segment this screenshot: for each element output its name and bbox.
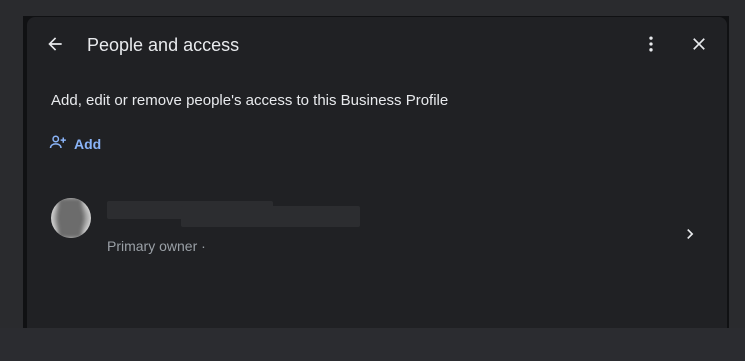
add-person-button[interactable]: Add (49, 133, 101, 155)
page-background-left (0, 0, 25, 361)
person-row-primary-owner[interactable]: Primary owner · (27, 193, 727, 254)
person-email-redacted (181, 206, 360, 227)
person-role: Primary owner · (107, 238, 206, 254)
arrow-back-icon (45, 34, 65, 59)
close-icon (689, 34, 709, 59)
people-and-access-dialog: People and access Add, edit or remove pe… (27, 17, 727, 328)
dialog-description: Add, edit or remove people's access to t… (51, 92, 449, 109)
back-button[interactable] (39, 30, 71, 62)
dialog-title: People and access (87, 35, 240, 55)
avatar (51, 198, 91, 238)
more-vert-icon (641, 34, 661, 59)
close-button[interactable] (683, 30, 715, 62)
person-add-icon (49, 134, 67, 155)
dialog-header: People and access (27, 17, 727, 73)
more-options-button[interactable] (635, 30, 667, 62)
page-background-bottom (0, 328, 745, 361)
add-label: Add (74, 136, 102, 152)
chevron-right-icon (678, 222, 702, 246)
